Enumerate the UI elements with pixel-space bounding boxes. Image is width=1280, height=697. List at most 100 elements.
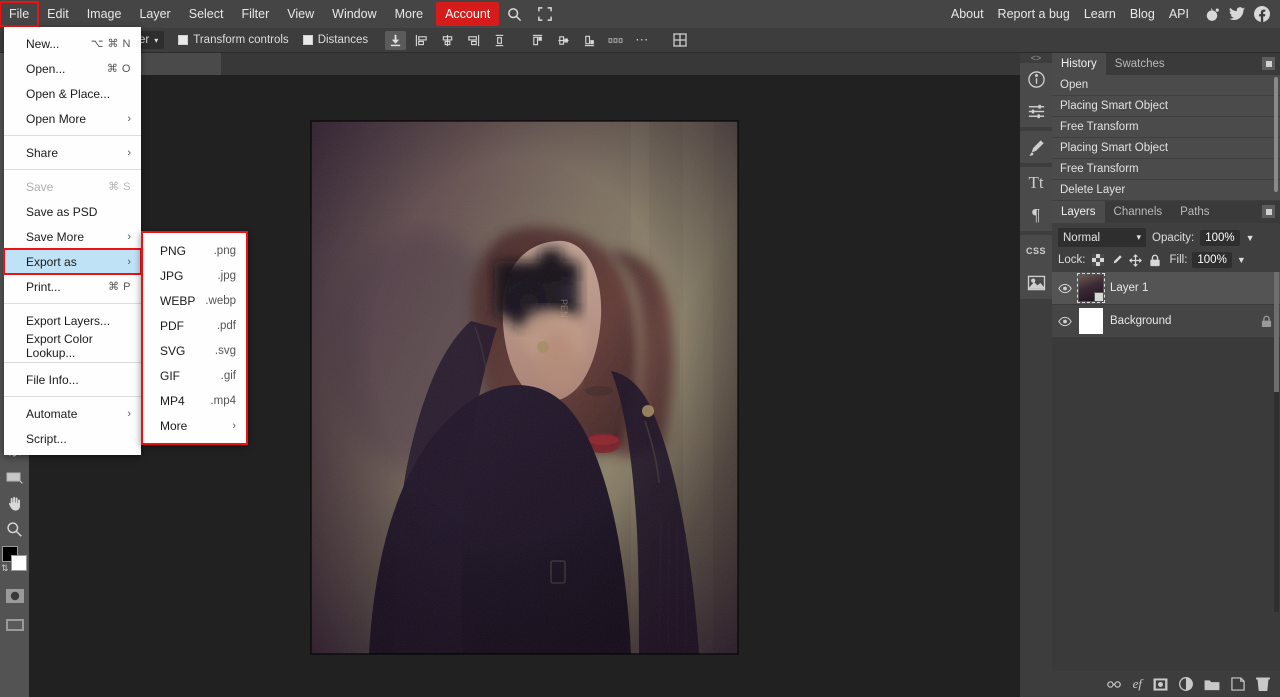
- opacity-dropdown-icon[interactable]: ▼: [1246, 233, 1255, 243]
- align-left-icon[interactable]: [411, 31, 432, 50]
- align-bottom-icon[interactable]: [579, 31, 600, 50]
- screen-mode-icon[interactable]: [2, 612, 27, 637]
- align-download-icon[interactable]: [385, 30, 407, 50]
- arrange-grid-icon[interactable]: [669, 31, 690, 50]
- brush-icon[interactable]: [1020, 131, 1052, 163]
- history-scrollbar[interactable]: [1274, 77, 1278, 192]
- history-entry[interactable]: Placing Smart Object: [1052, 138, 1280, 159]
- link-api[interactable]: API: [1162, 2, 1196, 26]
- image-icon[interactable]: [1020, 267, 1052, 299]
- menu-item-export-color-lookup[interactable]: Export Color Lookup...: [4, 332, 141, 360]
- link-layers-icon[interactable]: [1106, 680, 1122, 689]
- layer-list[interactable]: Layer 1 Background: [1052, 272, 1280, 338]
- menu-item-open-more[interactable]: Open More ›: [4, 106, 141, 131]
- menu-item-open-and-place[interactable]: Open & Place...: [4, 81, 141, 106]
- rectangle-shape-icon[interactable]: [2, 465, 27, 490]
- tab-swatches[interactable]: Swatches: [1106, 53, 1174, 75]
- layer-visibility-icon[interactable]: [1058, 283, 1072, 294]
- export-more[interactable]: More ›: [143, 413, 246, 438]
- menu-item-file-info[interactable]: File Info...: [4, 367, 141, 392]
- distances-checkbox[interactable]: Distances: [302, 34, 368, 46]
- tab-channels[interactable]: Channels: [1105, 201, 1172, 223]
- adjustment-layer-icon[interactable]: [1179, 677, 1193, 691]
- menu-image[interactable]: Image: [78, 2, 131, 26]
- fill-dropdown-icon[interactable]: ▼: [1237, 255, 1246, 265]
- info-icon[interactable]: [1020, 63, 1052, 95]
- history-list[interactable]: Open Placing Smart Object Free Transform…: [1052, 75, 1280, 201]
- link-report-a-bug[interactable]: Report a bug: [991, 2, 1077, 26]
- menu-item-script[interactable]: Script...: [4, 426, 141, 451]
- menu-filter[interactable]: Filter: [232, 2, 278, 26]
- new-layer-icon[interactable]: [1231, 677, 1245, 691]
- link-learn[interactable]: Learn: [1077, 2, 1123, 26]
- css-icon[interactable]: CSS: [1020, 235, 1052, 267]
- add-mask-icon[interactable]: [1153, 677, 1168, 691]
- menu-item-save-more[interactable]: Save More ›: [4, 224, 141, 249]
- adjustments-icon[interactable]: [1020, 95, 1052, 127]
- delete-layer-icon[interactable]: [1256, 677, 1270, 692]
- foreground-background-color-icon[interactable]: ⇅: [0, 543, 29, 577]
- twitter-icon[interactable]: [1229, 7, 1245, 21]
- menu-item-automate[interactable]: Automate ›: [4, 401, 141, 426]
- tab-paths[interactable]: Paths: [1171, 201, 1218, 223]
- export-gif[interactable]: GIF .gif: [143, 363, 246, 388]
- export-pdf[interactable]: PDF .pdf: [143, 313, 246, 338]
- menu-item-print[interactable]: Print... ⌘ P: [4, 274, 141, 299]
- export-svg[interactable]: SVG .svg: [143, 338, 246, 363]
- fullscreen-icon[interactable]: [530, 7, 560, 21]
- layer-name[interactable]: Background: [1110, 315, 1171, 327]
- menu-item-export-layers[interactable]: Export Layers...: [4, 308, 141, 333]
- align-middle-icon[interactable]: [553, 31, 574, 50]
- account-button[interactable]: Account: [436, 2, 500, 26]
- menu-item-new[interactable]: New... ⌥ ⌘ N: [4, 31, 141, 56]
- menu-item-export-as[interactable]: Export as ›: [3, 248, 142, 275]
- layer-visibility-icon[interactable]: [1058, 316, 1072, 327]
- menu-file[interactable]: File: [0, 1, 40, 27]
- align-top-icon[interactable]: [527, 31, 548, 50]
- menu-item-open[interactable]: Open... ⌘ O: [4, 56, 141, 81]
- more-options-icon[interactable]: ⋯: [631, 31, 652, 50]
- lock-transparency-icon[interactable]: [1091, 253, 1105, 267]
- swap-colors-icon[interactable]: ⇅: [1, 563, 9, 574]
- collapse-dock-icon[interactable]: <>: [1020, 53, 1052, 63]
- tab-layers[interactable]: Layers: [1052, 201, 1105, 223]
- layer-thumbnail[interactable]: [1077, 273, 1105, 303]
- history-entry[interactable]: Delete Layer: [1052, 180, 1280, 201]
- layers-panel-menu-icon[interactable]: [1262, 205, 1275, 218]
- export-jpg[interactable]: JPG .jpg: [143, 263, 246, 288]
- layer-thumbnail[interactable]: [1079, 308, 1103, 334]
- opacity-value[interactable]: 100%: [1200, 229, 1240, 246]
- paragraph-icon[interactable]: ¶: [1020, 199, 1052, 231]
- export-webp[interactable]: WEBP .webp: [143, 288, 246, 313]
- history-entry[interactable]: Free Transform: [1052, 159, 1280, 180]
- export-as-submenu[interactable]: PNG .png JPG .jpg WEBP .webp PDF .pdf SV…: [141, 231, 248, 445]
- layer-name[interactable]: Layer 1: [1110, 282, 1148, 294]
- zoom-icon[interactable]: [2, 517, 27, 542]
- reddit-icon[interactable]: [1204, 6, 1220, 22]
- history-entry[interactable]: Placing Smart Object: [1052, 96, 1280, 117]
- file-menu-dropdown[interactable]: New... ⌥ ⌘ N Open... ⌘ O Open & Place...…: [3, 27, 142, 455]
- type-icon[interactable]: Tt: [1020, 167, 1052, 199]
- distribute-v-icon[interactable]: [489, 31, 510, 50]
- history-entry[interactable]: Open: [1052, 75, 1280, 96]
- blend-mode-select[interactable]: Normal ▾: [1058, 228, 1146, 247]
- align-center-h-icon[interactable]: [437, 31, 458, 50]
- lock-all-icon[interactable]: [1148, 253, 1162, 267]
- transform-controls-checkbox[interactable]: Transform controls: [178, 34, 289, 46]
- history-panel-menu-icon[interactable]: [1262, 57, 1275, 70]
- artboard[interactable]: PENTAX: [311, 121, 738, 654]
- layer-effects-icon[interactable]: ef: [1133, 676, 1142, 692]
- align-right-icon[interactable]: [463, 31, 484, 50]
- quick-mask-icon[interactable]: [2, 583, 27, 608]
- layers-scrollbar[interactable]: [1274, 272, 1279, 612]
- history-entry[interactable]: Free Transform: [1052, 117, 1280, 138]
- distribute-h-icon[interactable]: [605, 31, 626, 50]
- lock-position-icon[interactable]: [1129, 253, 1143, 267]
- facebook-icon[interactable]: [1254, 6, 1270, 22]
- menu-item-save-as-psd[interactable]: Save as PSD: [4, 199, 141, 224]
- background-color-swatch[interactable]: [11, 555, 27, 571]
- layer-row-background[interactable]: Background: [1052, 305, 1280, 338]
- export-mp4[interactable]: MP4 .mp4: [143, 388, 246, 413]
- link-about[interactable]: About: [944, 2, 991, 26]
- fill-value[interactable]: 100%: [1192, 252, 1232, 268]
